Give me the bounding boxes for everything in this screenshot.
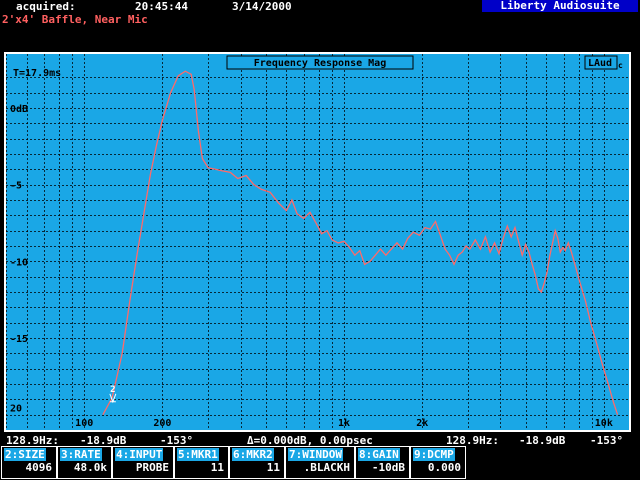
- softkey-size-label: 2:SIZE: [4, 448, 46, 461]
- softkey-size[interactable]: 2:SIZE 4096: [1, 446, 57, 479]
- softkey-rate-label: 3:RATE: [60, 448, 102, 461]
- acquired-time: 20:45:44: [135, 0, 188, 13]
- y-tick-label: 0dB: [10, 104, 28, 115]
- app-brand: Liberty Audiosuite: [482, 0, 638, 12]
- logo-text: LAud: [588, 58, 612, 69]
- y-tick-label: -5: [10, 181, 22, 192]
- measurement-title: 2'x4' Baffle, Near Mic: [2, 13, 148, 26]
- softkey-dcmp[interactable]: 9:DCMP 0.000: [410, 446, 466, 479]
- softkey-mkr1[interactable]: 5:MKR1 11: [174, 446, 229, 479]
- softkey-dcmp-value: 0.000: [427, 461, 461, 474]
- softkey-input-label: 4:INPUT: [115, 448, 164, 461]
- x-tick-label: 100: [75, 418, 93, 429]
- x-tick-label: 1k: [338, 418, 350, 429]
- softkey-rate-value: 48.0k: [73, 461, 107, 474]
- y-tick-label: 20: [10, 404, 22, 415]
- softkey-dcmp-label: 9:DCMP: [413, 448, 455, 461]
- softkey-rate[interactable]: 3:RATE 48.0k: [57, 446, 112, 479]
- x-tick-label: 200: [153, 418, 171, 429]
- magnitude-trace: [102, 70, 619, 416]
- softkey-gain-label: 8:GAIN: [358, 448, 400, 461]
- x-axis-labels: 100 200 1k 2k 10k: [75, 418, 613, 429]
- x-tick-label: 10k: [595, 418, 613, 429]
- y-tick-label: -10: [10, 257, 28, 268]
- softkey-window[interactable]: 7:WINDOW .BLACKH: [285, 446, 355, 479]
- laud-logo: LAud c: [584, 55, 623, 70]
- softkey-input-value: PROBE: [135, 461, 169, 474]
- softkey-mkr2-label: 6:MKR2: [232, 448, 274, 461]
- plot-title-box: Frequency Response Mag: [226, 55, 414, 70]
- softkey-window-value: .BLACKH: [303, 461, 350, 474]
- y-axis-labels: 0dB -5 -10 -15 20: [10, 104, 28, 415]
- acquired-date: 3/14/2000: [232, 0, 292, 13]
- softkey-gain-value: -10dB: [371, 461, 405, 474]
- marker-number: 2: [110, 385, 115, 395]
- status-right-mag: -18.9dB: [519, 434, 566, 447]
- acquired-label: acquired:: [16, 0, 76, 13]
- softkey-gain[interactable]: 8:GAIN -10dB: [355, 446, 410, 479]
- plot-title: Frequency Response Mag: [254, 58, 386, 69]
- logo-sub: c: [618, 61, 623, 70]
- status-right-phase: -153°: [590, 434, 624, 447]
- time-window-label: T=17.9ms: [13, 68, 61, 79]
- softkey-size-value: 4096: [25, 461, 53, 474]
- softkey-mkr1-label: 5:MKR1: [177, 448, 219, 461]
- x-tick-label: 2k: [416, 418, 428, 429]
- plot-grid: [6, 54, 629, 430]
- softkey-input[interactable]: 4:INPUT PROBE: [112, 446, 174, 479]
- y-tick-label: -15: [10, 334, 28, 345]
- softkey-window-label: 7:WINDOW: [288, 448, 343, 461]
- frequency-response-plot[interactable]: 0dB -5 -10 -15 20 100 200 1k 2k 10k Frequency Re…: [4, 52, 631, 432]
- softkey-mkr2[interactable]: 6:MKR2 11: [229, 446, 285, 479]
- softkey-mkr2-value: 11: [266, 461, 280, 474]
- softkey-mkr1-value: 11: [210, 461, 224, 474]
- frequency-response-chart[interactable]: 0dB -5 -10 -15 20 100 200 1k 2k 10k Frequency Re…: [6, 54, 629, 430]
